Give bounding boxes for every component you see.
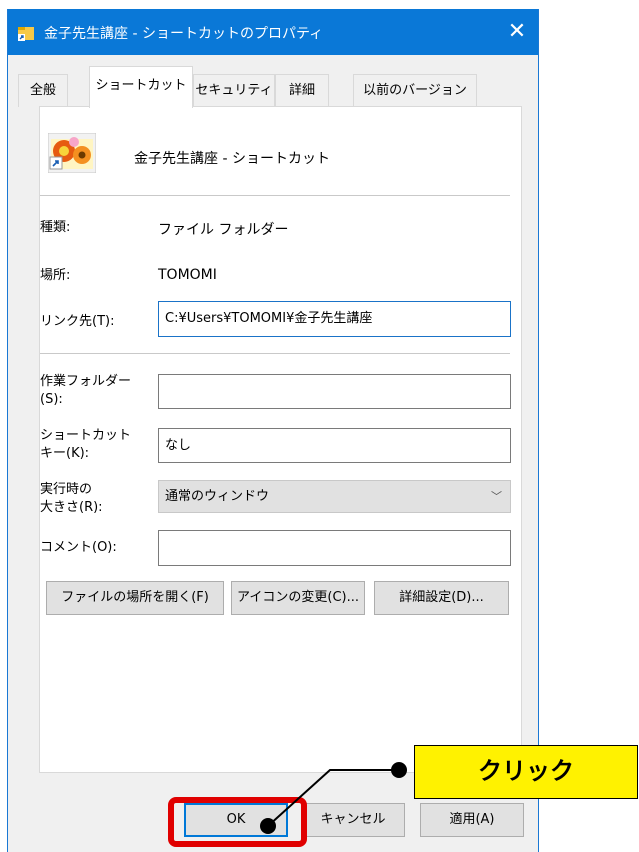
shortcut-name: 金子先生講座 - ショートカット [134, 151, 330, 167]
tab-previous-versions[interactable]: 以前のバージョン [353, 74, 477, 107]
cancel-button[interactable]: キャンセル [301, 803, 405, 837]
separator [40, 353, 510, 354]
type-label: 種類: [40, 220, 71, 235]
run-size-label: 実行時の 大きさ(R): [40, 482, 103, 515]
title-bar[interactable]: 金子先生講座 - ショートカットのプロパティ ✕ [8, 9, 538, 55]
properties-dialog: 金子先生講座 - ショートカットのプロパティ ✕ 全般 ショートカット セキュリ… [7, 9, 539, 852]
run-size-dropdown[interactable]: 通常のウィンドウ ﹀ [158, 480, 511, 513]
close-button[interactable]: ✕ [504, 20, 530, 44]
advanced-button[interactable]: 詳細設定(D)... [374, 581, 509, 615]
separator [40, 195, 510, 196]
hotkey-label: ショートカット キー(K): [40, 428, 132, 461]
chevron-down-icon: ﹀ [491, 490, 502, 503]
ok-highlight-frame [168, 797, 307, 847]
location-label: 場所: [40, 268, 71, 283]
comment-label: コメント(O): [40, 540, 117, 555]
tab-general[interactable]: 全般 [18, 74, 68, 107]
close-icon: ✕ [507, 19, 527, 44]
start-in-input[interactable] [158, 374, 511, 409]
folder-shortcut-icon [18, 27, 34, 41]
comment-input[interactable] [158, 530, 511, 566]
tab-shortcut[interactable]: ショートカット [89, 66, 193, 108]
shortcut-image-icon [48, 133, 96, 173]
change-icon-button[interactable]: アイコンの変更(C)... [231, 581, 365, 615]
target-input[interactable]: C:¥Users¥TOMOMI¥金子先生講座 [158, 301, 511, 337]
start-in-label: 作業フォルダー (S): [40, 374, 132, 407]
tab-details[interactable]: 詳細 [275, 74, 329, 107]
location-value: TOMOMI [158, 267, 217, 283]
target-label: リンク先(T): [40, 314, 115, 329]
apply-button[interactable]: 適用(A) [420, 803, 524, 837]
hotkey-input[interactable]: なし [158, 428, 511, 463]
tab-security[interactable]: セキュリティ [193, 74, 275, 107]
run-size-value: 通常のウィンドウ [165, 489, 270, 504]
shortcut-tab-panel: 金子先生講座 - ショートカット 種類: ファイル フォルダー 場所: TOMO… [39, 106, 522, 773]
click-callout: クリック [414, 745, 638, 799]
window-title: 金子先生講座 - ショートカットのプロパティ [44, 26, 324, 42]
type-value: ファイル フォルダー [158, 222, 289, 238]
open-file-location-button[interactable]: ファイルの場所を開く(F) [46, 581, 224, 615]
